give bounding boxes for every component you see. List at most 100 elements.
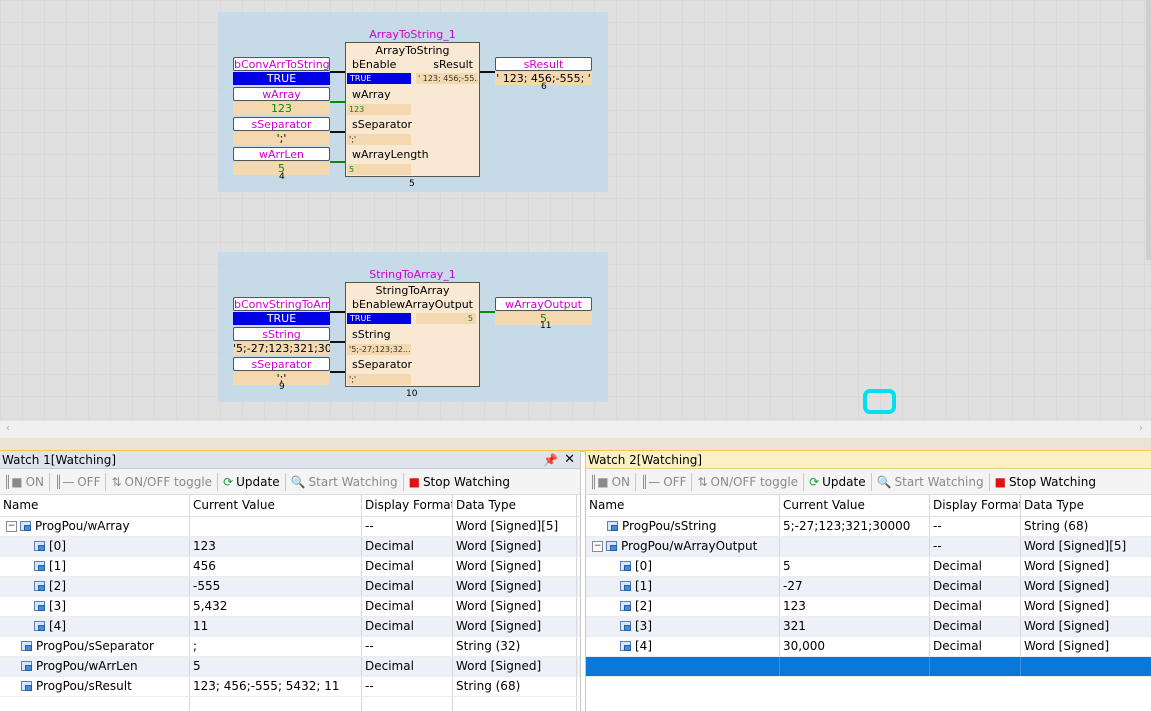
cell-current-value[interactable]: 456 xyxy=(190,557,362,576)
watch-2-rows: ProgPou/sString 5;-27;123;321;30000 -- Stri… xyxy=(586,517,1151,677)
fb-instance-name[interactable]: ArrayToString_1 xyxy=(345,28,480,41)
table-row[interactable]: [3] 321 Decimal Word [Signed] xyxy=(586,617,1151,637)
close-icon[interactable]: ✕ xyxy=(564,451,575,469)
table-row[interactable]: [1] -27 Decimal Word [Signed] xyxy=(586,577,1151,597)
var-label-bconvarrtostring[interactable]: bConvArrToString xyxy=(233,57,330,71)
variable-name: ProgPou/sSeparator xyxy=(36,639,154,653)
table-row[interactable]: [4] 11 Decimal Word [Signed] xyxy=(0,617,580,637)
empty-row[interactable] xyxy=(0,697,580,711)
column-header-data-type[interactable]: Data Type xyxy=(1021,495,1151,516)
cell-current-value[interactable]: 123; 456;-555; 5432; 11 xyxy=(190,677,362,696)
column-header-display-format[interactable]: Display Format xyxy=(362,495,453,516)
cell-current-value[interactable]: 5 xyxy=(780,557,930,576)
on-button[interactable]: ║■ ON xyxy=(586,471,634,493)
column-header-name[interactable]: Name xyxy=(0,495,190,516)
var-label-bconvstringtoarr[interactable]: bConvStringToArr xyxy=(233,297,330,311)
cell-name: [4] xyxy=(586,637,780,656)
update-button[interactable]: ⟳ Update xyxy=(805,471,870,493)
function-block-stringtoarray[interactable]: StringToArray bEnable wArrayOutput TRUE … xyxy=(345,282,480,387)
stop-watching-button[interactable]: ■ Stop Watching xyxy=(405,471,514,493)
start-watching-button[interactable]: 🔍 Start Watching xyxy=(873,471,988,493)
function-block-arraytostring[interactable]: ArrayToString bEnable sResult TRUE ' 123… xyxy=(345,42,480,177)
table-row[interactable]: ProgPou/wArrLen 5 Decimal Word [Signed] xyxy=(0,657,580,677)
empty-cell xyxy=(1021,657,1151,676)
table-row[interactable]: [4] 30,000 Decimal Word [Signed] xyxy=(586,637,1151,657)
fb-pin-value-warrayoutput: 5 xyxy=(416,313,476,324)
on-off-toggle-button[interactable]: ⇅ ON/OFF toggle xyxy=(693,471,802,493)
watch-2-title-bar[interactable]: Watch 2[Watching] xyxy=(586,451,1151,469)
column-header-display-format[interactable]: Display Format xyxy=(930,495,1021,516)
watch-window-2: Watch 2[Watching] ║■ ON ║— OFF ⇅ ON/OFF tog… xyxy=(585,451,1151,711)
column-header-current-value[interactable]: Current Value xyxy=(780,495,930,516)
table-row[interactable]: [0] 123 Decimal Word [Signed] xyxy=(0,537,580,557)
cell-current-value[interactable]: 5 xyxy=(190,657,362,676)
table-row[interactable]: ProgPou/sResult 123; 456;-555; 5432; 11-… xyxy=(0,677,580,697)
cell-current-value[interactable] xyxy=(190,517,362,536)
on-button[interactable]: ║■ ON xyxy=(0,471,48,493)
off-button[interactable]: ║— OFF xyxy=(637,471,690,493)
var-label-sseparator[interactable]: sSeparator xyxy=(233,357,330,371)
table-row[interactable]: [2] 123 Decimal Word [Signed] xyxy=(586,597,1151,617)
collapse-icon[interactable]: − xyxy=(6,521,17,532)
var-label-warrayoutput[interactable]: wArrayOutput xyxy=(495,297,592,311)
program-editor[interactable]: ArrayToString_1 ArrayToString bEnable sR… xyxy=(0,0,1151,441)
update-button[interactable]: ⟳ Update xyxy=(219,471,284,493)
toggle-icon: ⇅ xyxy=(697,474,708,489)
cell-name: [1] xyxy=(586,577,780,596)
start-watching-button[interactable]: 🔍 Start Watching xyxy=(287,471,402,493)
fb-pin-benable: bEnable xyxy=(352,298,397,311)
cell-data-type: Word [Signed] xyxy=(1021,597,1151,616)
table-row[interactable]: ProgPou/sSeparator; -- String (32) xyxy=(0,637,580,657)
scroll-left-icon[interactable]: ‹ xyxy=(6,423,10,434)
table-row[interactable]: − ProgPou/wArrayOutput -- Word [Signed][5] xyxy=(586,537,1151,557)
var-label-warray[interactable]: wArray xyxy=(233,87,330,101)
panel-splitter[interactable] xyxy=(0,438,1151,452)
table-row[interactable]: − ProgPou/wArray -- Word [Signed][5] xyxy=(0,517,580,537)
collapse-icon[interactable]: − xyxy=(592,541,603,552)
table-row[interactable]: [3] 5,432 Decimal Word [Signed] xyxy=(0,597,580,617)
column-header-current-value[interactable]: Current Value xyxy=(190,495,362,516)
table-row[interactable]: [2] -555 Decimal Word [Signed] xyxy=(0,577,580,597)
cell-current-value[interactable]: 5,432 xyxy=(190,597,362,616)
cell-current-value[interactable]: 123 xyxy=(780,597,930,616)
cell-current-value[interactable]: 5;-27;123;321;30000 xyxy=(780,517,930,536)
var-label-warrlen[interactable]: wArrLen xyxy=(233,147,330,161)
var-label-sresult[interactable]: sResult xyxy=(495,57,592,71)
cell-name: [3] xyxy=(586,617,780,636)
table-row[interactable]: [1] 456 Decimal Word [Signed] xyxy=(0,557,580,577)
horizontal-scrollbar[interactable]: ‹ › xyxy=(0,420,1151,439)
cell-current-value[interactable]: 11 xyxy=(190,617,362,636)
cell-current-value[interactable]: -27 xyxy=(780,577,930,596)
vertical-scrollbar[interactable] xyxy=(1146,0,1151,260)
variable-icon xyxy=(620,641,632,652)
editor-cursor[interactable] xyxy=(863,389,896,414)
cell-current-value[interactable]: 123 xyxy=(190,537,362,556)
cell-name: [2] xyxy=(0,577,190,596)
fb-instance-name[interactable]: StringToArray_1 xyxy=(345,268,480,281)
cell-display-format: Decimal xyxy=(930,637,1021,656)
table-row[interactable]: ProgPou/sString 5;-27;123;321;30000 -- Stri… xyxy=(586,517,1151,537)
scroll-right-icon[interactable]: › xyxy=(1139,423,1143,434)
variable-name: [2] xyxy=(635,599,652,613)
watch-1-table: Name Current Value Display Format Data T… xyxy=(0,495,580,711)
watch-1-title-bar[interactable]: Watch 1[Watching] 📌 ✕ xyxy=(0,451,580,469)
cell-current-value[interactable]: -555 xyxy=(190,577,362,596)
cell-data-type: Word [Signed] xyxy=(1021,557,1151,576)
cell-current-value[interactable]: 321 xyxy=(780,617,930,636)
variable-name: ProgPou/sResult xyxy=(36,679,132,693)
on-off-toggle-button[interactable]: ⇅ ON/OFF toggle xyxy=(107,471,216,493)
column-header-name[interactable]: Name xyxy=(586,495,780,516)
off-button[interactable]: ║— OFF xyxy=(51,471,104,493)
toolbar-separator xyxy=(105,472,107,491)
watch-1-title: Watch 1[Watching] xyxy=(2,453,117,467)
cell-current-value[interactable]: 30,000 xyxy=(780,637,930,656)
var-label-sseparator[interactable]: sSeparator xyxy=(233,117,330,131)
pin-icon[interactable]: 📌 xyxy=(543,451,558,469)
table-row[interactable]: [0] 5 Decimal Word [Signed] xyxy=(586,557,1151,577)
cell-current-value[interactable]: ; xyxy=(190,637,362,656)
selected-empty-row[interactable] xyxy=(586,657,1151,677)
var-label-sstring[interactable]: sString xyxy=(233,327,330,341)
column-header-data-type[interactable]: Data Type xyxy=(453,495,577,516)
cell-current-value[interactable] xyxy=(780,537,930,556)
stop-watching-button[interactable]: ■ Stop Watching xyxy=(991,471,1100,493)
